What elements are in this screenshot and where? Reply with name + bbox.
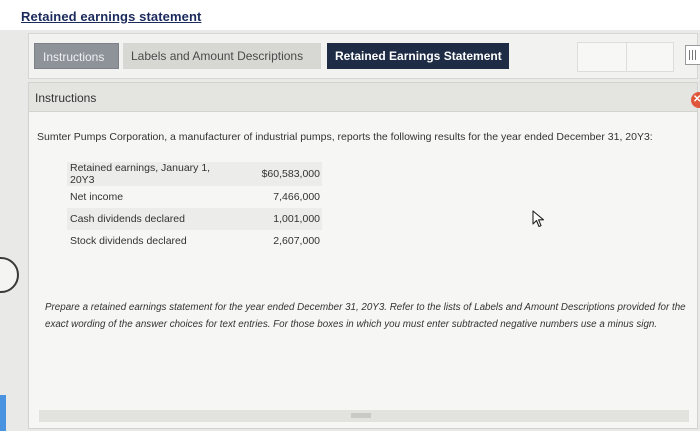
row-amount: 1,001,000: [220, 208, 322, 230]
table-row: Stock dividends declared 2,607,000: [67, 230, 322, 252]
row-amount: 2,607,000: [273, 235, 320, 247]
edge-strip: [0, 395, 6, 431]
task-prompt: Prepare a retained earnings statement fo…: [45, 302, 686, 331]
problem-intro: Sumter Pumps Corporation, a manufacturer…: [37, 131, 653, 143]
toolbar-placeholder: [577, 42, 627, 72]
row-label: Stock dividends declared: [70, 235, 187, 247]
row-label: Retained earnings, January 1, 20Y3: [67, 162, 220, 186]
mouse-pointer-icon: [532, 210, 545, 228]
top-bar: Retained earnings statement: [0, 0, 700, 30]
close-badge-icon[interactable]: ✕: [691, 92, 700, 108]
row-amount: 7,466,000: [273, 191, 320, 203]
nav-circle-icon[interactable]: [0, 257, 19, 293]
instructions-panel: Instructions Sumter Pumps Corporation, a…: [28, 82, 698, 429]
scroll-thumb[interactable]: [351, 413, 371, 418]
row-label: Net income: [70, 191, 124, 203]
table-row: Retained earnings, January 1, 20Y3 $60,5…: [67, 162, 322, 186]
row-label: Cash dividends declared: [67, 208, 220, 230]
table-row: Cash dividends declared 1,001,000: [67, 208, 322, 230]
panel-header-title: Instructions: [35, 91, 97, 105]
toolbar-placeholder: [626, 42, 674, 72]
tab-retained-earnings-statement[interactable]: Retained Earnings Statement: [327, 43, 509, 69]
panel-header: Instructions: [29, 83, 697, 112]
horizontal-scrollbar[interactable]: [39, 410, 689, 422]
row-amount: $60,583,000: [220, 162, 322, 186]
tab-instructions[interactable]: Instructions: [34, 43, 119, 69]
tab-labels-and-amount-descriptions[interactable]: Labels and Amount Descriptions: [123, 43, 321, 69]
given-data-table: Retained earnings, January 1, 20Y3 $60,5…: [67, 162, 322, 252]
page-title[interactable]: Retained earnings statement: [21, 9, 201, 24]
grip-icon[interactable]: [685, 45, 700, 65]
table-row: Net income 7,466,000: [67, 186, 322, 208]
tab-bar: Instructions Labels and Amount Descripti…: [28, 33, 700, 79]
